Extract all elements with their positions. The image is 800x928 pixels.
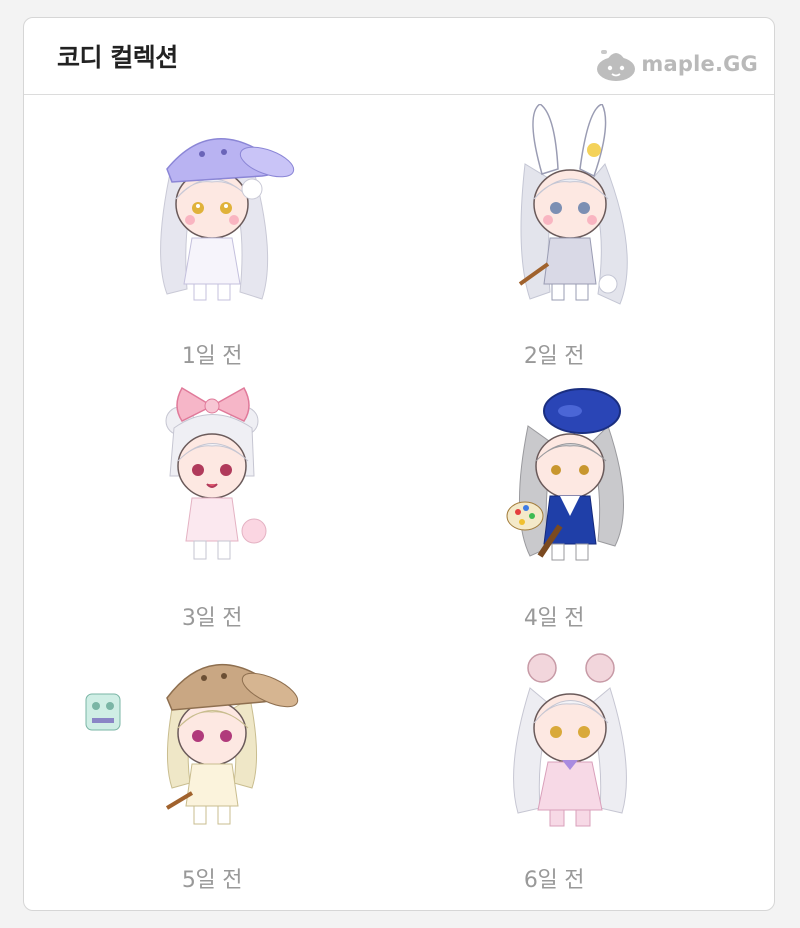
collection-item[interactable]: 4일 전 — [400, 358, 774, 631]
card-title: 코디 컬렉션 — [57, 43, 178, 72]
collection-item[interactable]: 3일 전 — [24, 358, 400, 731]
collection-item[interactable]: 6일 전 — [400, 620, 774, 893]
slime-mascot-icon — [597, 50, 636, 81]
date-label: 6일 전 — [523, 868, 585, 893]
character-avatar-3 — [165, 386, 267, 560]
collection-item[interactable]: 2일 전 — [400, 96, 774, 369]
brand-logo[interactable]: maple.GG — [595, 46, 758, 82]
character-avatar-2 — [518, 104, 628, 305]
collection-item[interactable]: 1일 전 — [24, 96, 400, 369]
brand-text: maple.GG — [641, 52, 758, 76]
character-avatar-1 — [160, 138, 295, 301]
date-label: 5일 전 — [181, 868, 243, 893]
codi-collection-card: 코디 컬렉션 maple.GG 1일 전 2일 전 3일 전 4일 전 5일 전… — [23, 17, 775, 911]
character-avatar-6 — [513, 653, 627, 827]
character-avatar-4 — [506, 388, 625, 561]
card-header: 코디 컬렉션 maple.GG — [24, 18, 774, 95]
collection-item[interactable]: 5일 전 — [24, 620, 400, 893]
character-avatar-5 — [165, 664, 299, 825]
